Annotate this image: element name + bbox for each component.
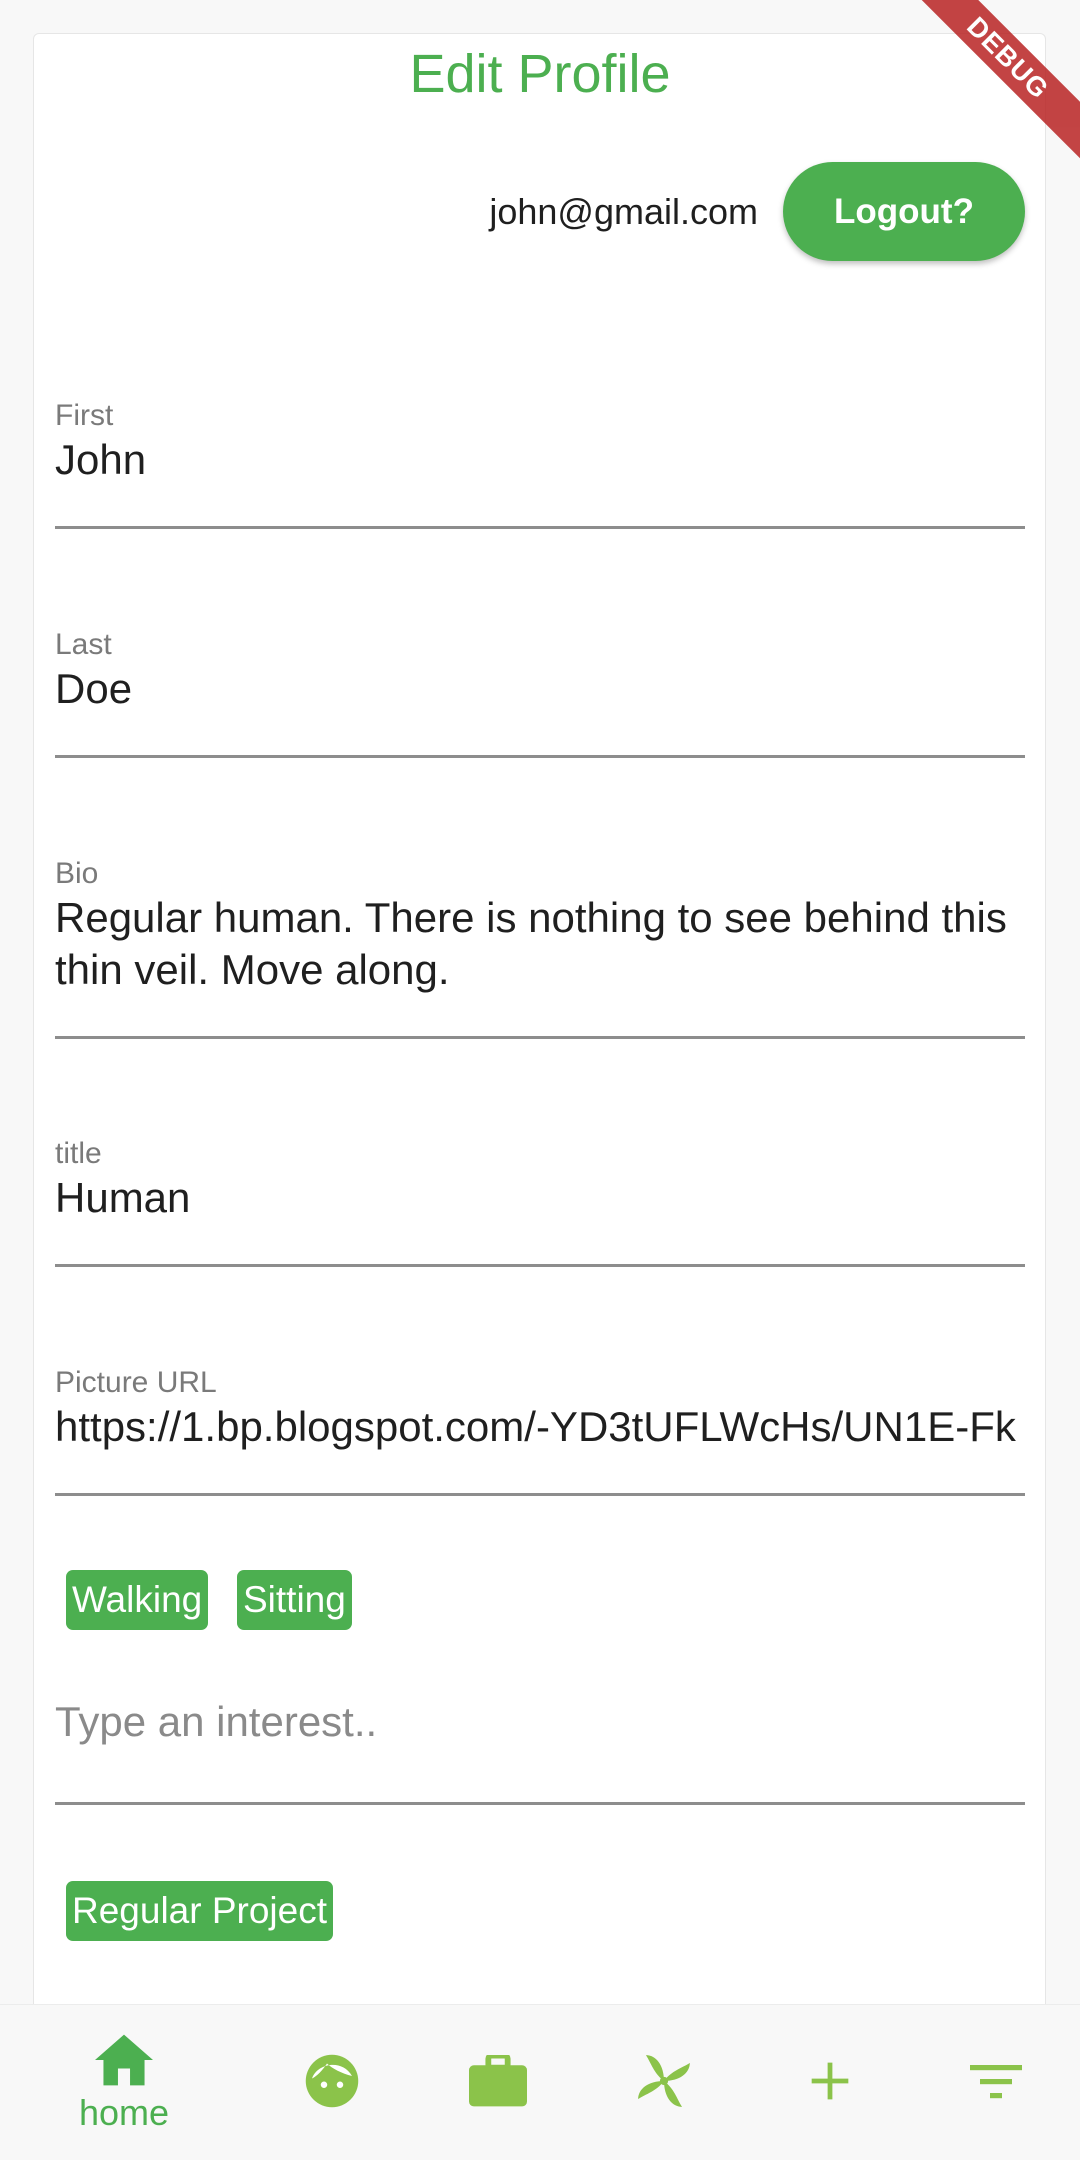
- picture-url-field[interactable]: Picture URL https://1.bp.blogspot.com/-Y…: [55, 1365, 1025, 1496]
- home-icon: [95, 2034, 153, 2091]
- title-field[interactable]: title Human: [55, 1136, 1025, 1267]
- last-name-label: Last: [55, 628, 112, 661]
- nav-label-home: home: [78, 2091, 170, 2133]
- title-value[interactable]: Human: [55, 1172, 1025, 1224]
- picture-url-label: Picture URL: [55, 1366, 217, 1399]
- nav-item-home[interactable]: home: [41, 2005, 207, 2160]
- nav-item-work[interactable]: [415, 2005, 581, 2160]
- face-icon: [302, 2051, 362, 2116]
- last-name-field[interactable]: Last Doe: [55, 627, 1025, 758]
- bio-label: Bio: [55, 857, 99, 890]
- page-title: Edit Profile: [409, 44, 671, 104]
- pinwheel-icon: [633, 2050, 695, 2117]
- interest-chip-sitting[interactable]: Sitting: [237, 1570, 352, 1630]
- filter-icon: [970, 2061, 1022, 2106]
- add-icon: [808, 2059, 852, 2108]
- last-name-value[interactable]: Doe: [55, 663, 1025, 715]
- bottom-navigation: home: [0, 2004, 1080, 2160]
- nav-item-pinwheel[interactable]: [581, 2005, 747, 2160]
- interest-input[interactable]: Type an interest..: [55, 1680, 1025, 1805]
- first-name-field[interactable]: First John: [55, 398, 1025, 529]
- nav-item-add[interactable]: [747, 2005, 913, 2160]
- profile-card: [33, 33, 1046, 2160]
- interest-chip-walking[interactable]: Walking: [66, 1570, 209, 1630]
- picture-url-value[interactable]: https://1.bp.blogspot.com/-YD3tUFLWcHs/U…: [55, 1401, 1025, 1453]
- briefcase-icon: [469, 2052, 527, 2112]
- bio-field[interactable]: Bio Regular human. There is nothing to s…: [55, 856, 1025, 1039]
- first-name-value[interactable]: John: [55, 434, 1025, 486]
- project-chip[interactable]: Regular Project: [66, 1881, 334, 1941]
- first-name-label: First: [55, 399, 114, 432]
- logout-button[interactable]: Logout?: [783, 162, 1025, 261]
- nav-item-profile[interactable]: [249, 2005, 415, 2160]
- nav-item-filter[interactable]: [913, 2005, 1079, 2160]
- title-label: title: [55, 1137, 102, 1170]
- edit-profile-screen: Edit Profile john@gmail.com Logout? Firs…: [0, 0, 1080, 2160]
- user-email: john@gmail.com: [489, 191, 758, 232]
- bio-value[interactable]: Regular human. There is nothing to see b…: [55, 892, 1025, 996]
